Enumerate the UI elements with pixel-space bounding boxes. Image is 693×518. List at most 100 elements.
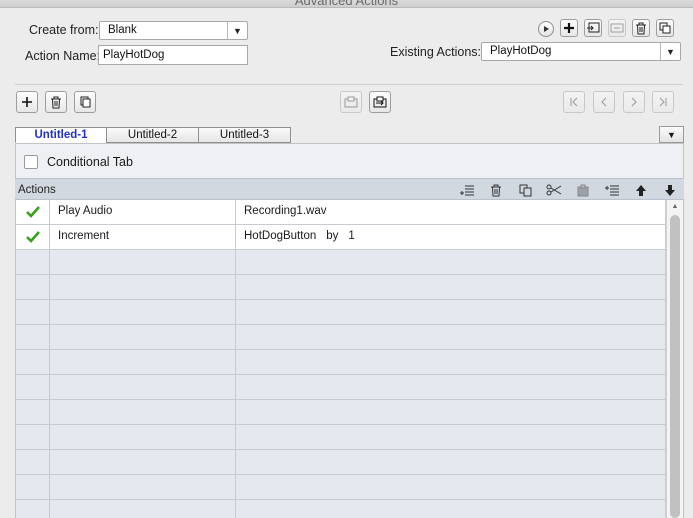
- insert-row-below-button[interactable]: [603, 182, 621, 198]
- target-cell[interactable]: [236, 500, 666, 518]
- row-status-cell[interactable]: [16, 450, 50, 474]
- table-row[interactable]: [16, 250, 666, 275]
- action-cell[interactable]: [50, 450, 236, 474]
- copy-tab-button[interactable]: [340, 91, 362, 113]
- next-tab-button[interactable]: [623, 91, 645, 113]
- table-row[interactable]: [16, 475, 666, 500]
- tab-untitled-3[interactable]: Untitled-3: [198, 127, 291, 143]
- target-cell[interactable]: [236, 475, 666, 499]
- first-tab-button[interactable]: [563, 91, 585, 113]
- table-row[interactable]: [16, 275, 666, 300]
- paste-row-button[interactable]: [574, 182, 592, 198]
- plus-icon: [564, 23, 574, 33]
- checkbox-box[interactable]: [24, 155, 38, 169]
- action-cell[interactable]: [50, 250, 236, 274]
- action-cell[interactable]: [50, 400, 236, 424]
- row-status-cell[interactable]: [16, 275, 50, 299]
- table-row[interactable]: [16, 350, 666, 375]
- table-row[interactable]: Play Audio Recording1.wav: [16, 200, 666, 225]
- add-action-button[interactable]: [560, 19, 578, 37]
- action-cell[interactable]: [50, 350, 236, 374]
- insert-row-button[interactable]: [458, 182, 476, 198]
- existing-actions-dropdown[interactable]: PlayHotDog ▼: [481, 42, 681, 61]
- target-cell[interactable]: [236, 350, 666, 374]
- duplicate-tab-button[interactable]: [74, 91, 96, 113]
- target-cell[interactable]: [236, 450, 666, 474]
- copy-row-button[interactable]: [516, 182, 534, 198]
- target-cell[interactable]: [236, 425, 666, 449]
- move-up-button[interactable]: [632, 182, 650, 198]
- action-cell[interactable]: [50, 325, 236, 349]
- conditional-tab-checkbox[interactable]: Conditional Tab: [24, 155, 133, 169]
- row-status-cell[interactable]: [16, 500, 50, 518]
- action-cell[interactable]: [50, 300, 236, 324]
- table-row[interactable]: [16, 375, 666, 400]
- table-row[interactable]: Increment HotDogButton by 1: [16, 225, 666, 250]
- target-cell[interactable]: [236, 325, 666, 349]
- row-status-cell[interactable]: [16, 300, 50, 324]
- scrollbar-thumb[interactable]: [670, 215, 680, 518]
- delete-tab-button[interactable]: [45, 91, 67, 113]
- table-row[interactable]: [16, 500, 666, 518]
- window-titlebar: Advanced Actions: [0, 0, 693, 8]
- row-status-cell[interactable]: [16, 400, 50, 424]
- tab-untitled-1[interactable]: Untitled-1: [15, 127, 107, 143]
- tab-untitled-2[interactable]: Untitled-2: [106, 127, 199, 143]
- delete-row-button[interactable]: [487, 182, 505, 198]
- cut-row-button[interactable]: [545, 182, 563, 198]
- table-row[interactable]: [16, 325, 666, 350]
- target-cell[interactable]: Recording1.wav: [236, 200, 666, 224]
- existing-actions-label: Existing Actions:: [390, 45, 482, 59]
- preview-button[interactable]: [538, 21, 554, 37]
- row-status-cell[interactable]: [16, 250, 50, 274]
- create-from-dropdown[interactable]: Blank ▼: [99, 21, 248, 40]
- target-cell[interactable]: HotDogButton by 1: [236, 225, 666, 249]
- action-cell[interactable]: Play Audio: [50, 200, 236, 224]
- copy-icon: [344, 96, 358, 108]
- save-action-button[interactable]: [584, 19, 602, 37]
- arrow-up-icon: [636, 184, 646, 196]
- action-cell[interactable]: [50, 500, 236, 518]
- action-cell[interactable]: [50, 375, 236, 399]
- target-cell[interactable]: [236, 400, 666, 424]
- prev-tab-button[interactable]: [593, 91, 615, 113]
- by-label: by: [326, 230, 339, 242]
- target-cell[interactable]: [236, 250, 666, 274]
- amount-value: 1: [348, 230, 355, 242]
- chevron-down-icon: ▼: [227, 22, 247, 39]
- action-name-input[interactable]: PlayHotDog: [98, 45, 248, 65]
- target-cell[interactable]: [236, 375, 666, 399]
- action-cell[interactable]: Increment: [50, 225, 236, 249]
- row-status-cell[interactable]: [16, 475, 50, 499]
- table-row[interactable]: [16, 300, 666, 325]
- import-icon: [610, 23, 624, 33]
- action-cell[interactable]: [50, 275, 236, 299]
- add-tab-button[interactable]: [16, 91, 38, 113]
- table-row[interactable]: [16, 425, 666, 450]
- target-value: HotDogButton: [244, 230, 317, 242]
- action-cell[interactable]: [50, 425, 236, 449]
- target-cell[interactable]: [236, 300, 666, 324]
- action-cell[interactable]: [50, 475, 236, 499]
- vertical-scrollbar[interactable]: ▲: [666, 200, 683, 518]
- delete-action-button[interactable]: [632, 19, 650, 37]
- copy-icon: [519, 184, 531, 196]
- row-status-cell[interactable]: [16, 375, 50, 399]
- row-status-cell[interactable]: [16, 200, 50, 224]
- last-tab-button[interactable]: [652, 91, 674, 113]
- row-status-cell[interactable]: [16, 325, 50, 349]
- existing-actions-value: PlayHotDog: [490, 45, 552, 57]
- first-icon: [570, 97, 578, 107]
- tab-menu-button[interactable]: ▼: [659, 126, 684, 143]
- row-status-cell[interactable]: [16, 350, 50, 374]
- move-down-button[interactable]: [661, 182, 679, 198]
- row-status-cell[interactable]: [16, 425, 50, 449]
- scroll-up-icon[interactable]: ▲: [667, 200, 683, 213]
- row-status-cell[interactable]: [16, 225, 50, 249]
- import-action-button[interactable]: [608, 19, 626, 37]
- table-row[interactable]: [16, 450, 666, 475]
- target-cell[interactable]: [236, 275, 666, 299]
- paste-tab-button[interactable]: [369, 91, 391, 113]
- table-row[interactable]: [16, 400, 666, 425]
- duplicate-action-button[interactable]: [656, 19, 674, 37]
